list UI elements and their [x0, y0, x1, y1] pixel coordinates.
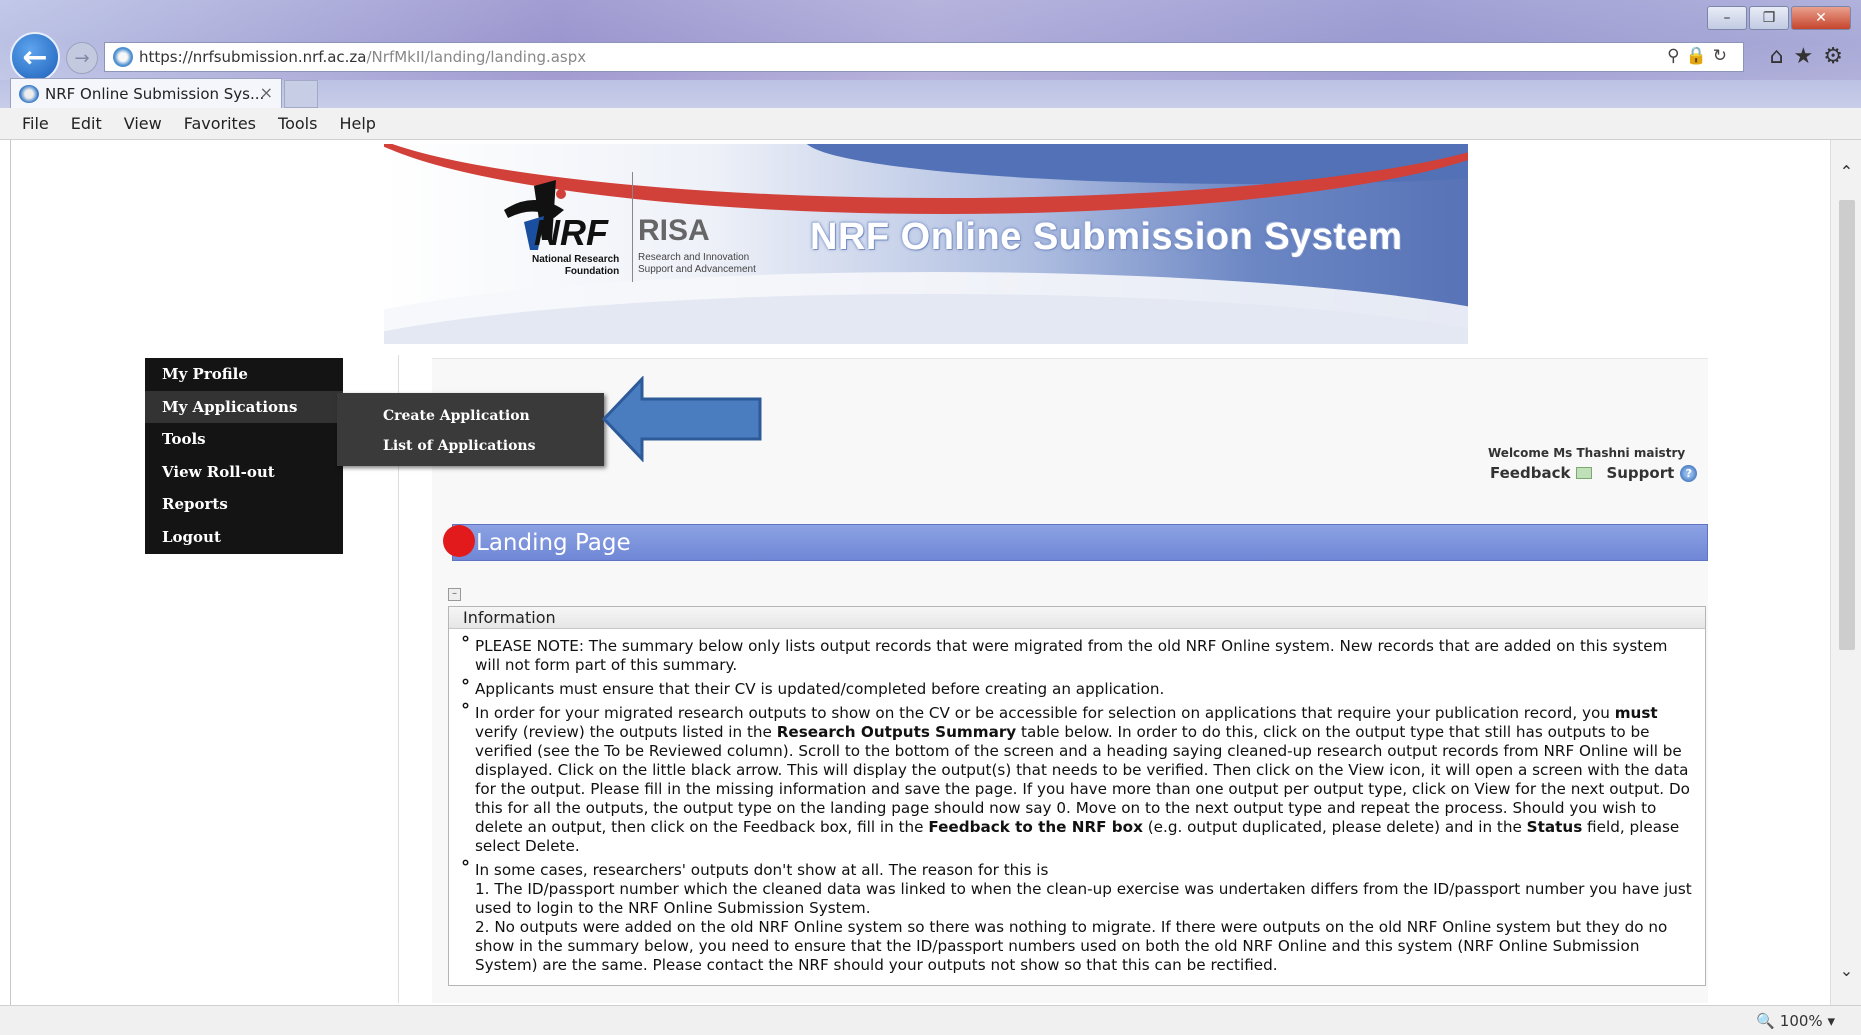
- new-tab-button[interactable]: [284, 80, 318, 108]
- landing-page-header: [452, 524, 1708, 561]
- risa-logo-text: RISA: [638, 214, 710, 247]
- info-reason: 2. No outputs were added on the old NRF …: [475, 918, 1668, 974]
- menu-edit[interactable]: Edit: [71, 114, 102, 133]
- nav-item-reports[interactable]: Reports: [145, 488, 343, 521]
- scroll-thumb[interactable]: [1839, 200, 1855, 650]
- browser-chrome: – ❐ ✕ ← → https://nrfsubmission.nrf.ac.z…: [0, 0, 1861, 108]
- information-header: Information: [449, 607, 1705, 629]
- mail-icon[interactable]: [1576, 467, 1593, 479]
- nrf-sub-line1: National Research: [532, 254, 620, 265]
- zoom-value: 100%: [1779, 1012, 1823, 1030]
- nrf-logo-subtitle: National Research Foundation: [532, 254, 619, 278]
- settings-gear-icon[interactable]: ⚙: [1823, 44, 1853, 69]
- info-item: In some cases, researchers' outputs don'…: [461, 858, 1693, 975]
- user-links: Feedback Support ?: [1490, 464, 1698, 482]
- scroll-down-icon[interactable]: ⌄: [1831, 961, 1861, 987]
- url-path: /NrfMkII/landing/landing.aspx: [366, 48, 587, 66]
- menu-help[interactable]: Help: [339, 114, 375, 133]
- site-banner: NRF National Research Foundation RISA Res…: [384, 144, 1468, 344]
- status-bar: 🔍 100% ▾: [0, 1005, 1861, 1035]
- nav-item-view-roll-out[interactable]: View Roll-out: [145, 456, 343, 489]
- nrf-sub-line2: Foundation: [564, 266, 620, 277]
- information-list: PLEASE NOTE: The summary below only list…: [449, 629, 1705, 975]
- menu-bar: File Edit View Favorites Tools Help: [0, 108, 1861, 140]
- nav-item-logout[interactable]: Logout: [145, 521, 343, 554]
- tab-title: NRF Online Submission Sys...: [45, 84, 265, 103]
- menu-tools[interactable]: Tools: [278, 114, 317, 133]
- url-host: https://nrfsubmission.nrf.ac.za: [139, 48, 367, 66]
- logo-divider: [632, 172, 633, 282]
- info-text: verify (review) the outputs listed in th…: [475, 723, 777, 741]
- my-applications-submenu: Create Application List of Applications: [337, 393, 604, 466]
- info-item: PLEASE NOTE: The summary below only list…: [461, 634, 1693, 675]
- pointer-arrow-icon: [601, 376, 762, 462]
- nav-item-tools[interactable]: Tools: [145, 423, 343, 456]
- info-text: In order for your migrated research outp…: [475, 704, 1615, 722]
- nav-item-my-applications[interactable]: My Applications: [145, 390, 343, 423]
- submenu-list-of-applications[interactable]: List of Applications: [337, 431, 604, 461]
- info-emphasis: Research Outputs Summary: [776, 723, 1017, 741]
- risa-logo-subtitle: Research and Innovation Support and Advan…: [638, 252, 756, 276]
- address-bar[interactable]: https://nrfsubmission.nrf.ac.za/NrfMkII/…: [104, 42, 1744, 72]
- minimize-button[interactable]: –: [1707, 6, 1747, 30]
- restore-button[interactable]: ❐: [1749, 6, 1789, 30]
- red-dot-icon: [443, 525, 475, 557]
- menu-favorites[interactable]: Favorites: [184, 114, 256, 133]
- submenu-create-application[interactable]: Create Application: [337, 401, 604, 431]
- support-link[interactable]: Support: [1606, 464, 1674, 482]
- url-text[interactable]: https://nrfsubmission.nrf.ac.za/NrfMkII/…: [139, 48, 586, 66]
- information-panel: Information PLEASE NOTE: The summary bel…: [448, 606, 1706, 986]
- window-controls: – ❐ ✕: [1707, 6, 1851, 30]
- address-tools: ⚲🔒↻: [1667, 46, 1733, 66]
- banner-title: NRF Online Submission System: [810, 216, 1403, 258]
- back-icon[interactable]: ←: [10, 32, 60, 82]
- browser-toolbar-icons: ⌂★⚙: [1770, 44, 1853, 69]
- info-text: (e.g. output duplicated, please delete) …: [1142, 818, 1527, 836]
- close-window-button[interactable]: ✕: [1791, 6, 1851, 30]
- page-title: Landing Page: [476, 530, 631, 556]
- info-item: Applicants must ensure that their CV is …: [461, 677, 1693, 699]
- nav-item-my-profile[interactable]: My Profile: [145, 358, 343, 391]
- info-item: In order for your migrated research outp…: [461, 701, 1693, 856]
- home-icon[interactable]: ⌂: [1770, 44, 1794, 69]
- main-nav-menu: My Profile My Applications Tools View Ro…: [145, 358, 343, 554]
- site-favicon-icon: [113, 47, 133, 67]
- risa-sub-line2: Support and Advancement: [638, 264, 756, 275]
- tab-close-icon[interactable]: ×: [260, 83, 273, 102]
- search-icon[interactable]: ⚲: [1667, 46, 1685, 66]
- vertical-scrollbar[interactable]: ⌃ ⌄: [1830, 140, 1861, 1005]
- nrf-logo-text: NRF: [534, 212, 608, 253]
- info-emphasis: must: [1614, 704, 1658, 722]
- menu-file[interactable]: File: [22, 114, 49, 133]
- lock-icon[interactable]: 🔒: [1686, 46, 1713, 66]
- tab-favicon-icon: [19, 84, 39, 103]
- banner-decoration: [384, 272, 1468, 344]
- welcome-message: Welcome Ms Thashni maistry: [1488, 446, 1686, 460]
- info-text: In some cases, researchers' outputs don'…: [475, 861, 1049, 879]
- refresh-icon[interactable]: ↻: [1713, 46, 1733, 66]
- info-reason: 1. The ID/passport number which the clea…: [475, 880, 1692, 917]
- info-emphasis: Status: [1526, 818, 1583, 836]
- info-emphasis: Feedback to the NRF box: [928, 818, 1143, 836]
- help-icon[interactable]: ?: [1680, 464, 1698, 482]
- browser-tab[interactable]: NRF Online Submission Sys... ×: [10, 78, 282, 108]
- risa-sub-line1: Research and Innovation: [638, 252, 750, 263]
- forward-icon[interactable]: →: [66, 42, 98, 74]
- collapse-icon[interactable]: –: [448, 588, 461, 601]
- zoom-level[interactable]: 🔍 100% ▾: [1756, 1012, 1835, 1030]
- feedback-link[interactable]: Feedback: [1490, 464, 1570, 482]
- menu-view[interactable]: View: [124, 114, 162, 133]
- scroll-up-icon[interactable]: ⌃: [1831, 162, 1861, 188]
- favorites-star-icon[interactable]: ★: [1794, 44, 1824, 69]
